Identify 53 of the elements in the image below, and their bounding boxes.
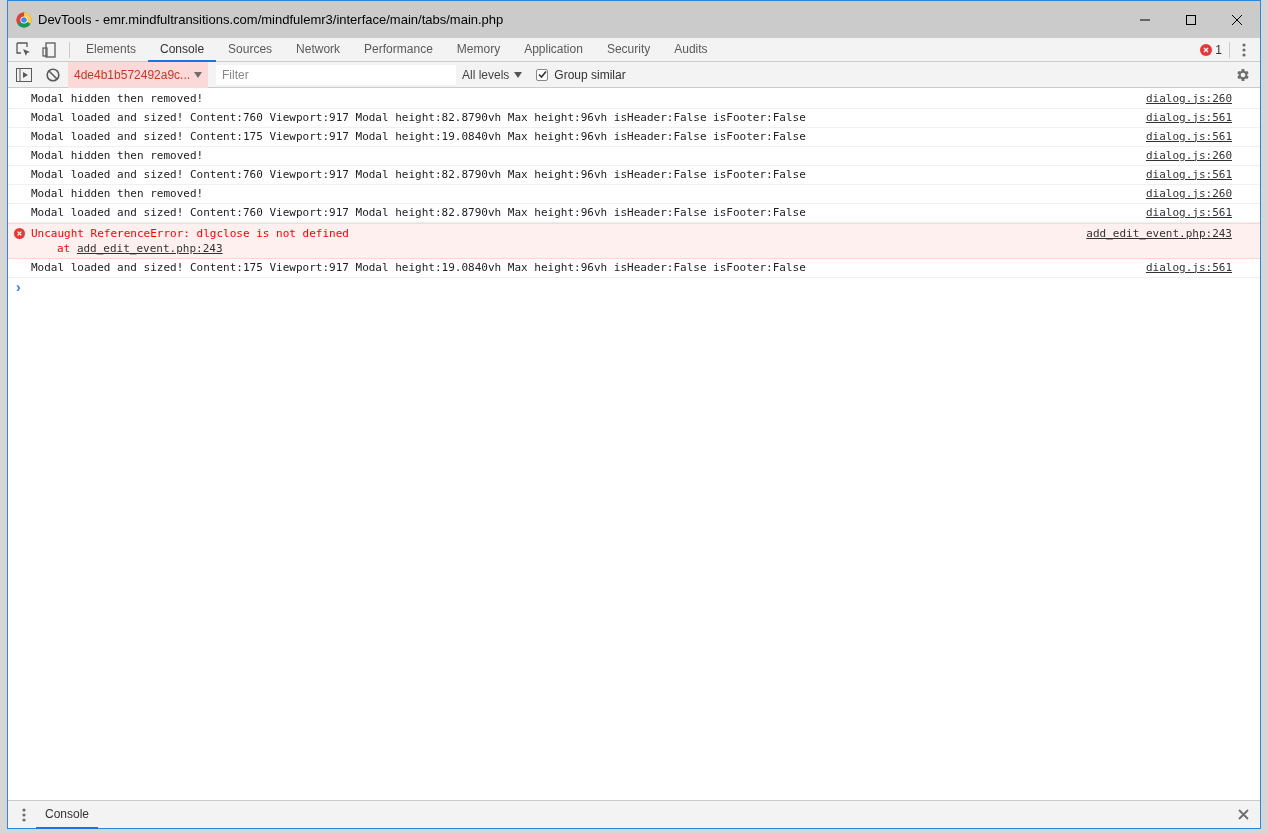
log-message: Modal loaded and sized! Content:175 Viewport:917 Modal height:19.0840vh Max height:96vh isHeader:False isFooter:False [31,128,806,145]
log-message: Modal hidden then removed! [31,90,204,107]
panel-tab[interactable]: Elements [74,37,149,62]
error-count[interactable]: 1 [1215,40,1222,59]
error-text: Uncaught ReferenceError: dlgclose is not defined [31,226,349,241]
log-message: Modal hidden then removed! [31,185,204,202]
log-message: Modal loaded and sized! Content:760 Viewport:917 Modal height:82.8790vh Max height:96vh isHeader:False isFooter:False [31,109,806,126]
error-icon [14,228,25,239]
source-link[interactable]: dialog.js:561 [1145,259,1232,277]
panel-tab[interactable]: Network [284,37,353,62]
stack-trace-line: at add_edit_event.php:243 [56,241,224,256]
source-link[interactable]: dialog.js:260 [1145,185,1232,203]
source-link[interactable]: dialog.js:561 [1145,109,1232,127]
close-icon [1232,14,1242,25]
context-selector[interactable]: 4de4b1b572492a9c... [68,61,208,88]
panel-tab[interactable]: Memory [444,37,513,62]
drawer-tab[interactable]: Console [36,800,99,829]
more-icon[interactable] [1242,42,1246,57]
more-icon[interactable] [22,807,26,822]
levels-dropdown[interactable]: All levels [462,65,523,84]
panel-tab[interactable]: Audits [662,37,720,62]
caret-icon [514,71,523,78]
panel-tab[interactable]: Sources [216,37,285,62]
source-link[interactable]: add_edit_event.php:243 [1086,226,1232,241]
browser-logo-icon [16,11,32,28]
close-icon [1237,809,1249,820]
settings-icon[interactable] [1235,66,1251,83]
log-message: Modal loaded and sized! Content:760 Viewport:917 Modal height:82.8790vh Max height:96vh isHeader:False isFooter:False [31,204,806,221]
stack-link[interactable]: add_edit_event.php:243 [76,242,223,255]
source-link[interactable]: dialog.js:561 [1145,204,1232,222]
panel-tab[interactable]: Security [594,37,663,62]
source-link[interactable]: dialog.js:260 [1145,147,1232,165]
window-title: DevTools - emr.mindfultransitions.com/mindfulemr3/interface/main/tabs/main.php [38,10,504,29]
close-drawer-button[interactable] [1236,807,1250,822]
sidebar-toggle-icon[interactable] [16,67,32,82]
group-similar-checkbox[interactable] [536,68,549,81]
prompt-caret: › [16,278,21,297]
caret-icon [194,71,202,78]
error-icon [1200,43,1213,56]
source-link[interactable]: dialog.js:561 [1145,128,1232,146]
source-link[interactable]: dialog.js:260 [1145,90,1232,108]
log-message: Modal hidden then removed! [31,147,204,164]
panel-tab[interactable]: Application [512,37,595,62]
log-message: Modal loaded and sized! Content:175 Viewport:917 Modal height:19.0840vh Max height:96vh isHeader:False isFooter:False [31,259,806,276]
clear-icon[interactable] [46,67,60,82]
log-message: Modal loaded and sized! Content:760 Viewport:917 Modal height:82.8790vh Max height:96vh isHeader:False isFooter:False [31,166,806,183]
group-similar-label: Group similar [554,66,626,84]
maximize-icon [1186,14,1196,25]
panel-tab[interactable]: Performance [352,37,445,62]
device-toolbar-icon[interactable] [42,41,58,58]
source-link[interactable]: dialog.js:561 [1145,166,1232,184]
inspect-icon[interactable] [16,41,32,58]
filter-field[interactable]: Filter [216,64,456,85]
